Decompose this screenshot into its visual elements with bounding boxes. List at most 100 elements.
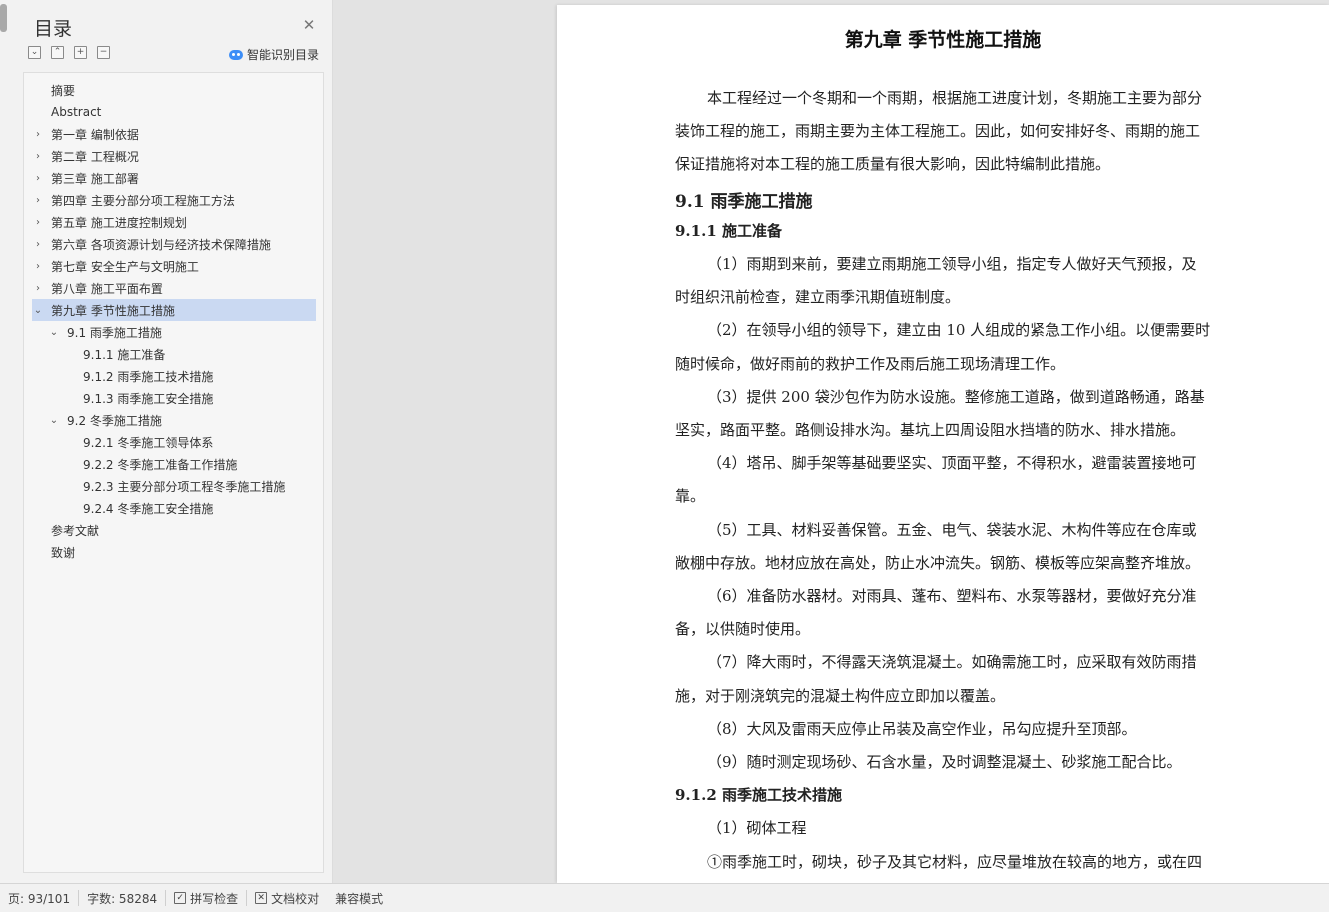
paragraph-line: （6）准备防水器材。对雨具、蓬布、塑料布、水泵等器材，要做好充分准 [707,587,1197,605]
expand-down-icon[interactable]: ⌄ [28,46,41,59]
outline-item[interactable]: 摘要 [32,79,316,101]
chevron-down-icon[interactable]: ⌄ [48,327,60,338]
outline-item[interactable]: › 第六章 各项资源计划与经济技术保障措施 [32,233,316,255]
outline-item-label: 参考文献 [51,523,100,538]
collapse-up-icon[interactable]: ⌃ [51,46,64,59]
paragraph-line: 时组织汛前检查，建立雨季汛期值班制度。 [675,288,961,307]
doc-proof-button[interactable]: ✕ 文档校对 [247,884,327,912]
outline-item[interactable]: 参考文献 [32,519,316,541]
outline-pane: 目录 ✕ ⌄ ⌃ + − 智能识别目录 摘要 Abstract › 第一章 编制依据 ›… [0,0,333,883]
chevron-right-icon[interactable]: › [32,151,44,162]
outline-item-label: 9.2.1 冬季施工领导体系 [83,435,214,450]
paragraph-line: （1）雨期到来前，要建立雨期施工领导小组，指定专人做好天气预报，及 [707,255,1197,273]
paragraph-line: 随时候命，做好雨前的救护工作及雨后施工现场清理工作。 [675,354,1066,373]
outline-toolbar: ⌄ ⌃ + − [28,46,110,59]
outline-item[interactable]: 9.1.2 雨季施工技术措施 [32,365,316,387]
outline-item-label: 9.1.2 雨季施工技术措施 [83,369,214,384]
chevron-down-icon[interactable]: ⌄ [48,415,60,426]
page-indicator-text: 页: 93/101 [8,891,71,906]
chevron-right-icon[interactable]: › [32,173,44,184]
paragraph-line: （7）降大雨时，不得露天浇筑混凝土。如确需施工时，应采取有效防雨措 [707,653,1197,672]
proofread-icon: ✕ [255,892,268,904]
outline-item[interactable]: 9.2.4 冬季施工安全措施 [32,497,316,519]
outline-item-label: 第三章 施工部署 [51,171,139,186]
status-bar: 页: 93/101 字数: 58284 ✓ 拼写检查 ✕ 文档校对 兼容模式 [0,883,1329,912]
outline-item-label: 9.2.4 冬季施工安全措施 [83,501,214,516]
section-heading: 9.1.2 雨季施工技术措施 [675,786,842,805]
outline-title: 目录 [34,18,73,40]
outline-item[interactable]: ⌄ 第九章 季节性施工措施 [32,299,316,321]
outline-item-label: 第六章 各项资源计划与经济技术保障措施 [51,237,271,252]
paragraph-line: （4）塔吊、脚手架等基础要坚实、顶面平整，不得积水，避雷装置接地可 [707,454,1197,473]
doc-proof-label: 文档校对 [271,891,320,906]
word-count[interactable]: 字数: 58284 [79,884,165,912]
paragraph-line: 本工程经过一个冬期和一个雨期，根据施工进度计划，冬期施工主要为部分 [707,89,1203,107]
outline-item[interactable]: 9.2.1 冬季施工领导体系 [32,431,316,453]
compat-mode[interactable]: 兼容模式 [327,884,391,912]
outline-item[interactable]: 9.1.1 施工准备 [32,343,316,365]
close-icon[interactable]: ✕ [301,17,317,33]
outline-item-label: 摘要 [51,83,76,98]
paragraph-line: （5）工具、材料妥善保管。五金、电气、袋装水泥、木构件等应在仓库或 [707,520,1197,539]
chevron-right-icon[interactable]: › [32,195,44,206]
checkbox-icon: ✓ [174,892,187,904]
document-page[interactable]: 第九章 季节性施工措施 本工程经过一个冬期和一个雨期，根据施工进度计划，冬期施工… [557,5,1329,883]
chapter-title: 第九章 季节性施工措施 [844,29,1042,51]
outline-item[interactable]: › 第三章 施工部署 [32,167,316,189]
paragraph-line: （1）砌体工程 [707,819,807,838]
smart-toc-button[interactable]: 智能识别目录 [229,46,319,63]
chevron-right-icon[interactable]: › [32,283,44,294]
outline-item-label: 第五章 施工进度控制规划 [51,215,187,230]
chevron-right-icon[interactable]: › [32,261,44,272]
section-heading: 9.1 雨季施工措施 [675,191,813,212]
paragraph-line: 装饰工程的施工，雨期主要为主体工程施工。因此，如何安排好冬、雨期的施工 [675,122,1201,141]
outline-item-label: Abstract [51,105,102,119]
outline-item[interactable]: › 第四章 主要分部分项工程施工方法 [32,189,316,211]
chevron-down-icon[interactable]: ⌄ [32,305,44,316]
paragraph-line: 敞棚中存放。地材应放在高处，防止水冲流失。钢筋、模板等应架高整齐堆放。 [675,553,1201,572]
outline-item-label: 9.1.1 施工准备 [83,347,166,362]
paragraph-line: （9）随时测定现场砂、石含水量，及时调整混凝土、砂浆施工配合比。 [707,753,1182,771]
outline-item[interactable]: › 第七章 安全生产与文明施工 [32,255,316,277]
page-indicator[interactable]: 页: 93/101 [0,884,78,912]
spell-check-button[interactable]: ✓ 拼写检查 [166,884,246,912]
smart-toc-label: 智能识别目录 [247,48,320,62]
outline-item[interactable]: › 第二章 工程概况 [32,145,316,167]
outline-item[interactable]: › 第一章 编制依据 [32,123,316,145]
chevron-right-icon[interactable]: › [32,129,44,140]
paragraph-line: （3）提供 200 袋沙包作为防水设施。整修施工道路，做到道路畅通，路基 [707,387,1205,406]
paragraph-line: 坚实，路面平整。路侧设排水沟。基坑上四周设阻水挡墙的防水、排水措施。 [675,421,1186,439]
paragraph-line: （2）在领导小组的领导下，建立由 10 人组成的紧急工作小组。以便需要时 [707,321,1211,340]
outline-item[interactable]: 9.2.2 冬季施工准备工作措施 [32,453,316,475]
outline-item-label: 9.2.2 冬季施工准备工作措施 [83,457,238,472]
paragraph-line: 靠。 [675,487,706,506]
outline-item-label: 第七章 安全生产与文明施工 [51,259,199,274]
outline-item[interactable]: › 第五章 施工进度控制规划 [32,211,316,233]
outline-item-label: 9.1.3 雨季施工安全措施 [83,391,214,406]
paragraph-line: （8）大风及雷雨天应停止吊装及高空作业，吊勾应提升至顶部。 [707,719,1137,738]
outline-item-label: 第九章 季节性施工措施 [51,303,175,318]
chevron-right-icon[interactable]: › [32,239,44,250]
outline-item-label: 第二章 工程概况 [51,149,139,164]
outline-scroll-handle[interactable] [0,4,7,32]
outline-item[interactable]: 9.2.3 主要分部分项工程冬季施工措施 [32,475,316,497]
outline-item[interactable]: ⌄ 9.2 冬季施工措施 [32,409,316,431]
outline-item[interactable]: 9.1.3 雨季施工安全措施 [32,387,316,409]
outline-item[interactable]: › 第八章 施工平面布置 [32,277,316,299]
paragraph-line: ①雨季施工时，砌块，砂子及其它材料，应尽量堆放在较高的地方，或在四 [707,852,1203,871]
outline-list: 摘要 Abstract › 第一章 编制依据 › 第二章 工程概况 › 第三章 施工部署 › 第四… [23,72,324,873]
chevron-right-icon[interactable]: › [32,217,44,228]
outline-item-label: 第四章 主要分部分项工程施工方法 [51,193,235,208]
outline-item[interactable]: 致谢 [32,541,316,563]
minus-icon[interactable]: − [97,46,110,59]
outline-item-label: 9.2.3 主要分部分项工程冬季施工措施 [83,479,286,494]
outline-item-label: 致谢 [51,545,76,560]
plus-icon[interactable]: + [74,46,87,59]
outline-item[interactable]: ⌄ 9.1 雨季施工措施 [32,321,316,343]
outline-item[interactable]: Abstract [32,101,316,123]
section-heading: 9.1.1 施工准备 [675,221,782,240]
word-count-text: 字数: 58284 [87,891,158,906]
outline-item-label: 9.1 雨季施工措施 [67,325,162,340]
spell-check-label: 拼写检查 [190,891,239,906]
paragraph-line: 备，以供随时使用。 [675,620,811,639]
